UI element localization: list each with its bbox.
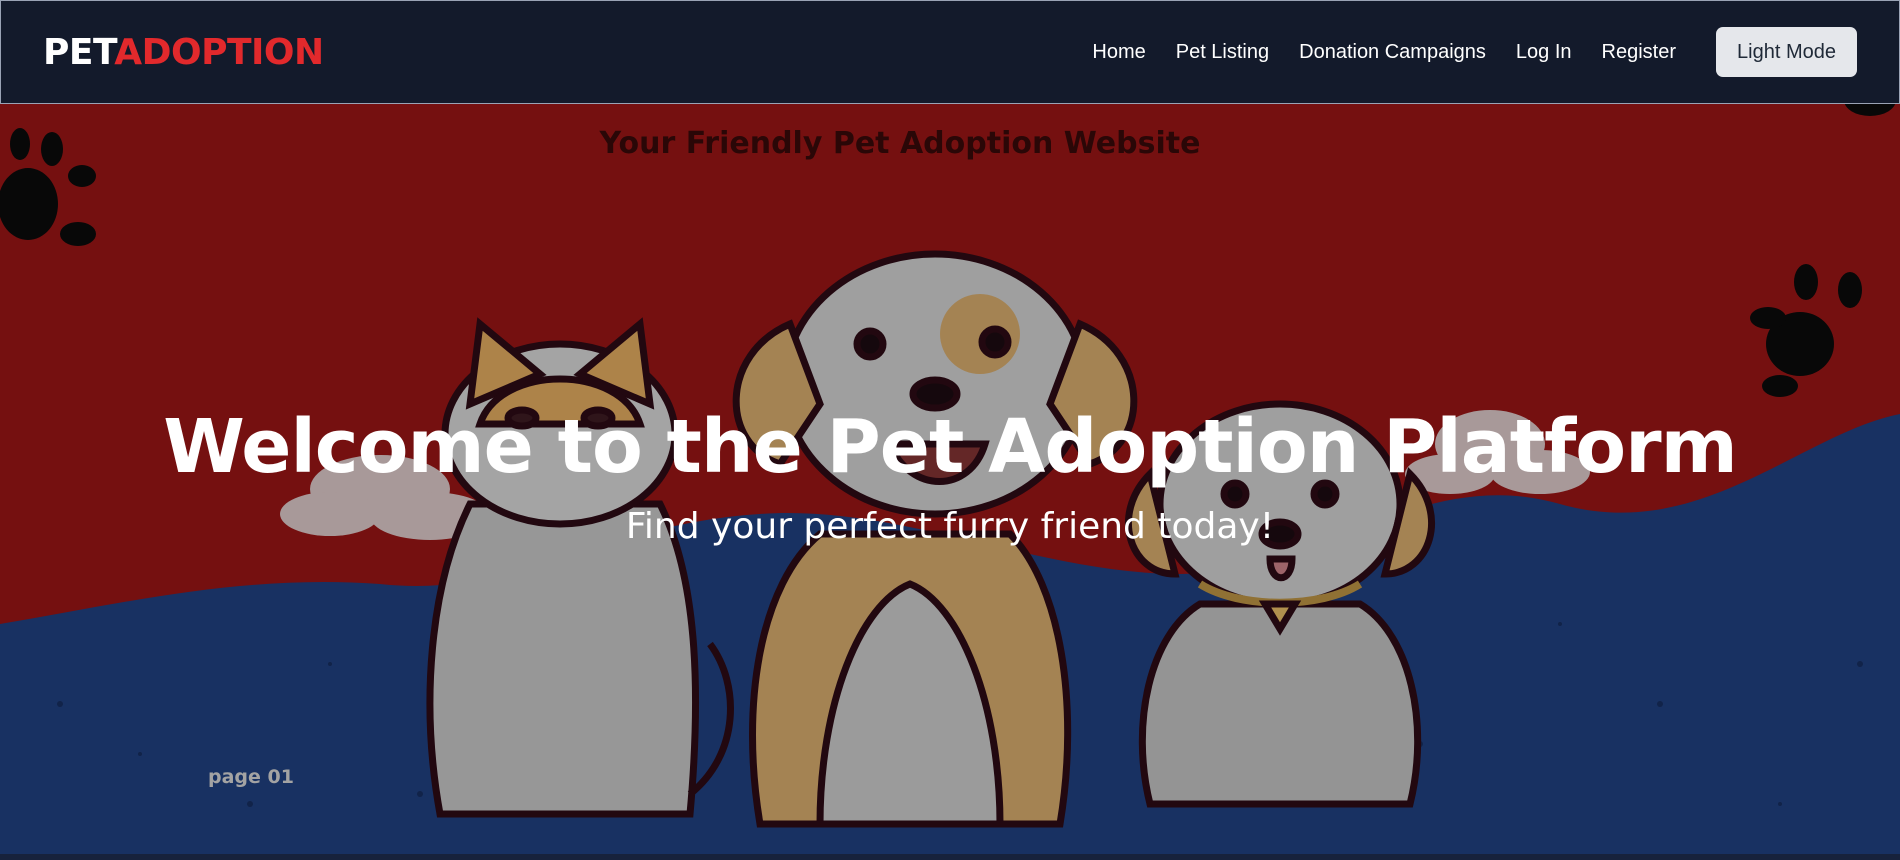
logo-part-adoption: ADOPTION bbox=[114, 31, 324, 73]
nav-home-link[interactable]: Home bbox=[1092, 41, 1145, 64]
hero-subtitle: Find your perfect furry friend today! bbox=[625, 506, 1275, 547]
logo-part-pet: PET bbox=[43, 31, 115, 73]
site-logo[interactable]: PETADOPTION bbox=[43, 32, 324, 73]
page-label: page 01 bbox=[208, 766, 294, 788]
navbar: PETADOPTION Home Pet Listing Donation Ca… bbox=[0, 0, 1900, 104]
nav-login-link[interactable]: Log In bbox=[1516, 41, 1572, 64]
hero-banner: Your Friendly Pet Adoption Website Welco… bbox=[0, 104, 1900, 854]
nav-pet-listing-link[interactable]: Pet Listing bbox=[1176, 41, 1269, 64]
nav-register-link[interactable]: Register bbox=[1602, 41, 1676, 64]
hero-title: Welcome to the Pet Adoption Platform bbox=[163, 404, 1737, 490]
light-mode-button[interactable]: Light Mode bbox=[1716, 27, 1857, 77]
bottom-divider bbox=[0, 854, 1900, 860]
main-nav: Home Pet Listing Donation Campaigns Log … bbox=[1092, 27, 1857, 77]
nav-donation-campaigns-link[interactable]: Donation Campaigns bbox=[1299, 41, 1486, 64]
hero-tagline: Your Friendly Pet Adoption Website bbox=[599, 126, 1201, 161]
